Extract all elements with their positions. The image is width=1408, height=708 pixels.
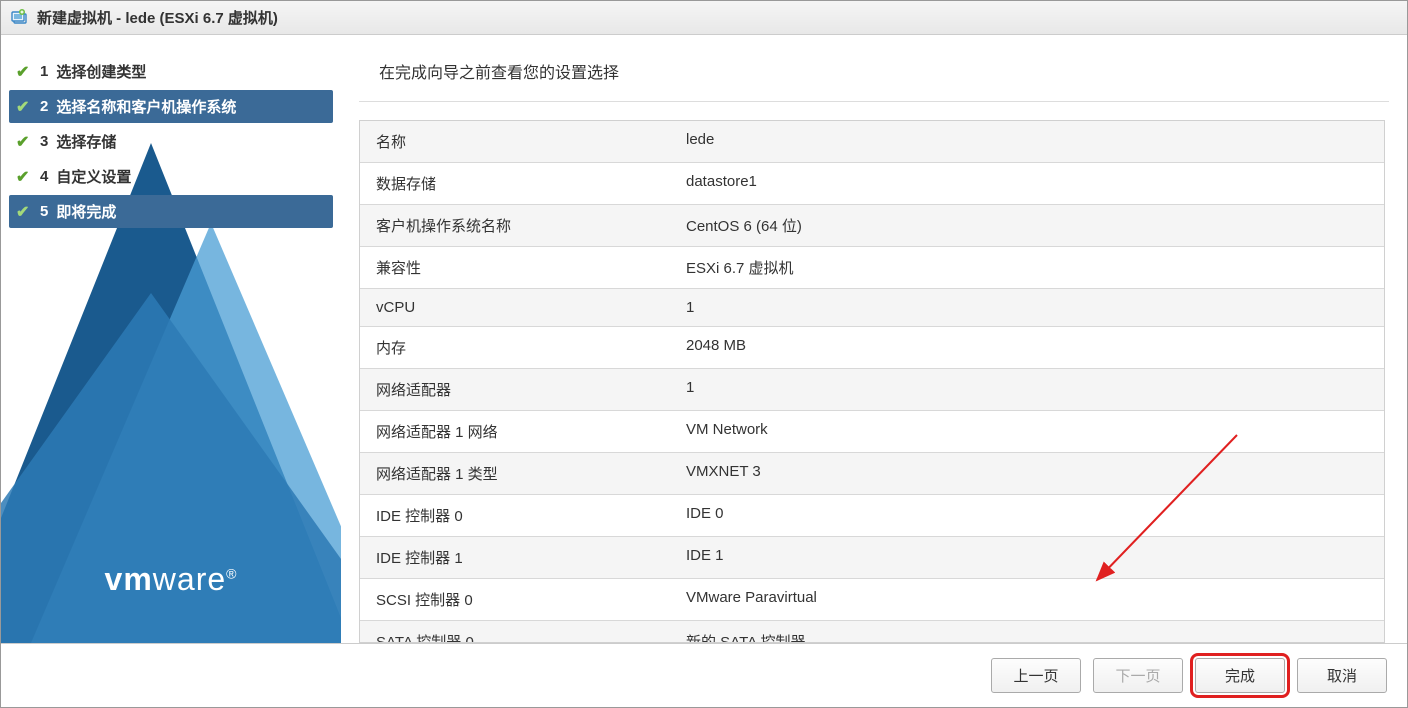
checkmark-icon: ✔: [16, 132, 32, 152]
titlebar: 新建虚拟机 - lede (ESXi 6.7 虚拟机): [1, 1, 1407, 35]
checkmark-icon: ✔: [16, 62, 32, 82]
step-num: 4: [40, 168, 48, 185]
row-label: 内存: [360, 327, 670, 368]
step-label: 选择存储: [56, 131, 116, 152]
step-label: 即将完成: [56, 201, 116, 222]
step-5[interactable]: ✔ 5 即将完成: [9, 195, 333, 228]
table-row: SCSI 控制器 0 VMware Paravirtual: [360, 579, 1384, 621]
table-row: SATA 控制器 0 新的 SATA 控制器: [360, 621, 1384, 643]
row-label: SCSI 控制器 0: [360, 579, 670, 620]
step-2[interactable]: ✔ 2 选择名称和客户机操作系统: [9, 90, 333, 123]
step-num: 3: [40, 133, 48, 150]
row-value: 1: [670, 289, 1384, 326]
table-row: 名称 lede: [360, 121, 1384, 163]
row-value: lede: [670, 121, 1384, 162]
step-list: ✔ 1 选择创建类型 ✔ 2 选择名称和客户机操作系统 ✔ 3 选择存储 ✔ 4: [1, 35, 341, 250]
row-label: 网络适配器 1 类型: [360, 453, 670, 494]
row-value: ESXi 6.7 虚拟机: [670, 247, 1384, 288]
row-label: 兼容性: [360, 247, 670, 288]
row-label: IDE 控制器 0: [360, 495, 670, 536]
table-row: 内存 2048 MB: [360, 327, 1384, 369]
row-label: 名称: [360, 121, 670, 162]
row-value: CentOS 6 (64 位): [670, 205, 1384, 246]
row-value: VM Network: [670, 411, 1384, 452]
row-value: 2048 MB: [670, 327, 1384, 368]
row-label: 客户机操作系统名称: [360, 205, 670, 246]
cancel-button[interactable]: 取消: [1297, 658, 1387, 693]
finish-button[interactable]: 完成: [1195, 658, 1285, 693]
wizard-dialog: 新建虚拟机 - lede (ESXi 6.7 虚拟机) ✔ 1 选择创建类型 ✔…: [0, 0, 1408, 708]
row-value: 1: [670, 369, 1384, 410]
step-num: 1: [40, 63, 48, 80]
checkmark-icon: ✔: [16, 167, 32, 187]
table-row: vCPU 1: [360, 289, 1384, 327]
dialog-footer: 上一页 下一页 完成 取消: [1, 643, 1407, 707]
settings-table: 名称 lede 数据存储 datastore1 客户机操作系统名称 CentOS…: [359, 120, 1385, 643]
row-value: IDE 0: [670, 495, 1384, 536]
row-label: vCPU: [360, 289, 670, 326]
step-label: 选择名称和客户机操作系统: [56, 96, 236, 117]
wizard-sidebar: ✔ 1 选择创建类型 ✔ 2 选择名称和客户机操作系统 ✔ 3 选择存储 ✔ 4: [1, 35, 341, 643]
row-label: IDE 控制器 1: [360, 537, 670, 578]
step-num: 2: [40, 98, 48, 115]
table-row: 兼容性 ESXi 6.7 虚拟机: [360, 247, 1384, 289]
step-label: 自定义设置: [56, 166, 131, 187]
table-row: 网络适配器 1: [360, 369, 1384, 411]
step-label: 选择创建类型: [56, 61, 146, 82]
checkmark-icon: ✔: [16, 202, 32, 222]
row-label: 网络适配器 1 网络: [360, 411, 670, 452]
step-4[interactable]: ✔ 4 自定义设置: [1, 160, 341, 193]
vm-icon: [11, 9, 29, 27]
main-header: 在完成向导之前查看您的设置选择: [359, 35, 1389, 102]
checkmark-icon: ✔: [16, 97, 32, 117]
table-row: 网络适配器 1 类型 VMXNET 3: [360, 453, 1384, 495]
next-button: 下一页: [1093, 658, 1183, 693]
table-row: 数据存储 datastore1: [360, 163, 1384, 205]
table-row: 客户机操作系统名称 CentOS 6 (64 位): [360, 205, 1384, 247]
vmware-logo: vmware®: [1, 561, 341, 598]
row-value: IDE 1: [670, 537, 1384, 578]
row-value: 新的 SATA 控制器: [670, 621, 1384, 643]
row-value: VMXNET 3: [670, 453, 1384, 494]
dialog-body: ✔ 1 选择创建类型 ✔ 2 选择名称和客户机操作系统 ✔ 3 选择存储 ✔ 4: [1, 35, 1407, 643]
row-value: datastore1: [670, 163, 1384, 204]
row-value: VMware Paravirtual: [670, 579, 1384, 620]
main-content: 在完成向导之前查看您的设置选择 名称 lede 数据存储 datastore1 …: [341, 35, 1407, 643]
step-3[interactable]: ✔ 3 选择存储: [1, 125, 341, 158]
back-button[interactable]: 上一页: [991, 658, 1081, 693]
step-num: 5: [40, 203, 48, 220]
table-row: IDE 控制器 0 IDE 0: [360, 495, 1384, 537]
row-label: 网络适配器: [360, 369, 670, 410]
step-1[interactable]: ✔ 1 选择创建类型: [1, 55, 341, 88]
row-label: SATA 控制器 0: [360, 621, 670, 643]
table-row: IDE 控制器 1 IDE 1: [360, 537, 1384, 579]
table-row: 网络适配器 1 网络 VM Network: [360, 411, 1384, 453]
row-label: 数据存储: [360, 163, 670, 204]
titlebar-title: 新建虚拟机 - lede (ESXi 6.7 虚拟机): [37, 7, 278, 28]
